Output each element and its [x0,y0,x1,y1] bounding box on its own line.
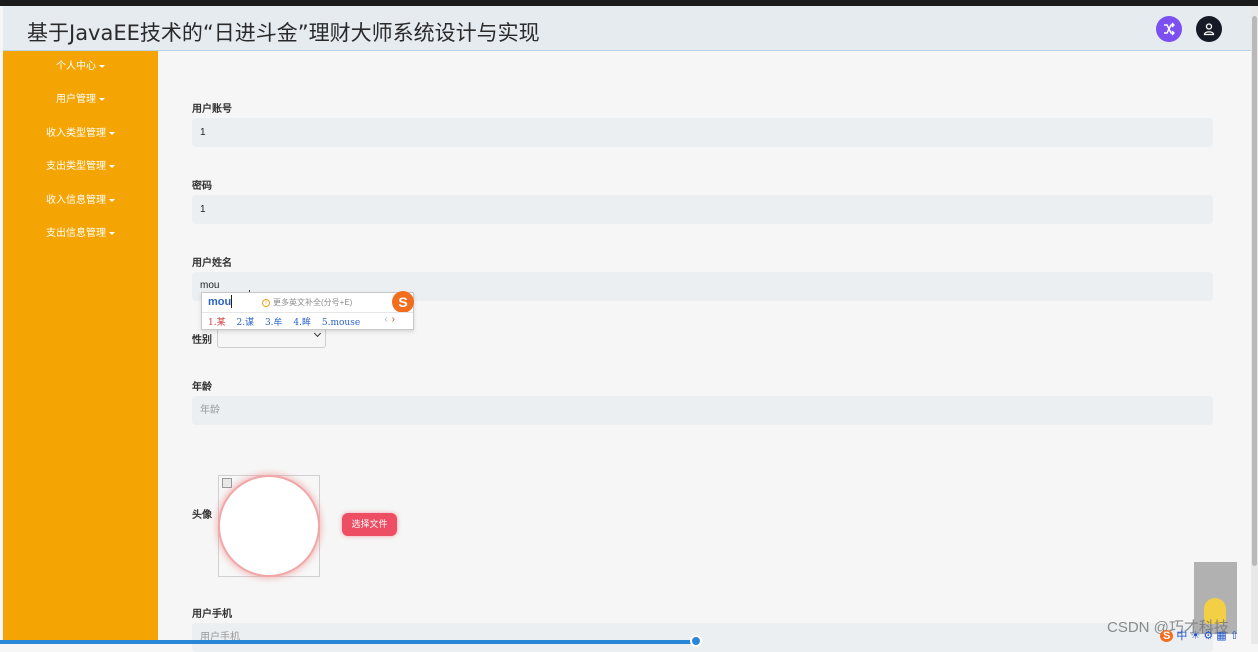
caret-down-icon [109,198,115,202]
age-label: 年龄 [192,382,212,393]
ime-candidate[interactable]: 4.眸 [293,318,311,328]
gender-label: 性别 [192,335,212,346]
ime-candidate-popup: mou i 更多英文补全(分号+E) S 1.某 2.谋 3.牟 4.眸 5.mo… [201,291,414,330]
password-input[interactable]: 1 [192,195,1213,224]
sidebar-item-label: 收入信息管理 [46,195,106,206]
caret-down-icon [109,164,115,168]
sidebar-item-label: 收入类型管理 [46,128,106,139]
ime-candidate[interactable]: 2.谋 [236,318,254,328]
caret-down-icon [109,131,115,135]
sidebar-item-expense-type-management[interactable]: 支出类型管理 [3,159,158,175]
chevron-left-icon[interactable]: ‹ [384,314,387,325]
sidebar-item-income-info-management[interactable]: 收入信息管理 [3,193,158,209]
ime-divider [202,312,413,313]
user-profile-button[interactable] [1196,16,1222,42]
sogou-logo-icon: S [392,291,414,313]
progress-dot[interactable] [690,635,702,647]
sidebar-item-label: 支出信息管理 [46,228,106,239]
choose-file-button[interactable]: 选择文件 [342,513,397,536]
ime-hint: i 更多英文补全(分号+E) [262,297,352,308]
system-tray: S 中 ☀ ⚙ ▦ ⇧ [1160,627,1239,643]
caret-down-icon [109,231,115,235]
sidebar-item-label: 个人中心 [56,61,96,72]
ime-candidate[interactable]: 3.牟 [265,318,283,328]
ime-candidate[interactable]: 5.mouse [322,318,360,328]
caret-down-icon [99,97,105,101]
name-input-value: mou [200,280,220,291]
tray-icons: 中 ☀ ⚙ ▦ ⇧ [1176,630,1239,642]
sidebar-item-expense-info-management[interactable]: 支出信息管理 [3,226,158,242]
sidebar-item-label: 用户管理 [56,94,96,105]
chevron-down-icon [313,329,322,338]
sidebar: 个人中心 用户管理 收入类型管理 支出类型管理 收入信息管理 支出信息管理 [3,51,158,644]
phone-input[interactable]: 用户手机 [192,623,1213,652]
ime-caret [231,295,232,308]
ime-page-arrows: ‹ › [384,314,395,325]
broken-image-icon [222,478,232,488]
name-label: 用户姓名 [192,258,232,269]
account-label: 用户账号 [192,104,232,115]
password-label: 密码 [192,181,212,192]
chevron-right-icon[interactable]: › [392,314,395,325]
avatar-label: 头像 [192,510,212,521]
page-title: 基于JavaEE技术的“日进斗金”理财大师系统设计与实现 [27,21,540,45]
sidebar-item-label: 支出类型管理 [46,161,106,172]
app-header: 基于JavaEE技术的“日进斗金”理财大师系统设计与实现 [3,6,1251,51]
age-input[interactable]: 年龄 [192,396,1213,425]
scrollbar-thumb[interactable] [1252,16,1257,566]
ime-candidate[interactable]: 1.某 [208,318,226,328]
info-icon: i [262,298,270,307]
user-icon [1203,23,1215,36]
page-scrollbar[interactable] [1251,6,1258,644]
sidebar-item-personal-center[interactable]: 个人中心 [3,59,158,75]
account-input[interactable]: 1 [192,118,1213,147]
phone-label: 用户手机 [192,609,232,620]
ime-hint-text: 更多英文补全(分号+E) [273,298,353,307]
avatar-preview [218,475,320,577]
shuffle-icon [1164,22,1175,36]
sogou-tray-icon: S [1160,630,1174,642]
shuffle-button[interactable] [1156,16,1182,42]
ime-composition: mou [208,296,232,308]
avatar-circle [218,475,320,577]
progress-line [0,640,700,644]
caret-down-icon [99,64,105,68]
ime-candidates: 1.某 2.谋 3.牟 4.眸 5.mouse [208,315,368,328]
sidebar-item-income-type-management[interactable]: 收入类型管理 [3,126,158,142]
sidebar-item-user-management[interactable]: 用户管理 [3,92,158,108]
